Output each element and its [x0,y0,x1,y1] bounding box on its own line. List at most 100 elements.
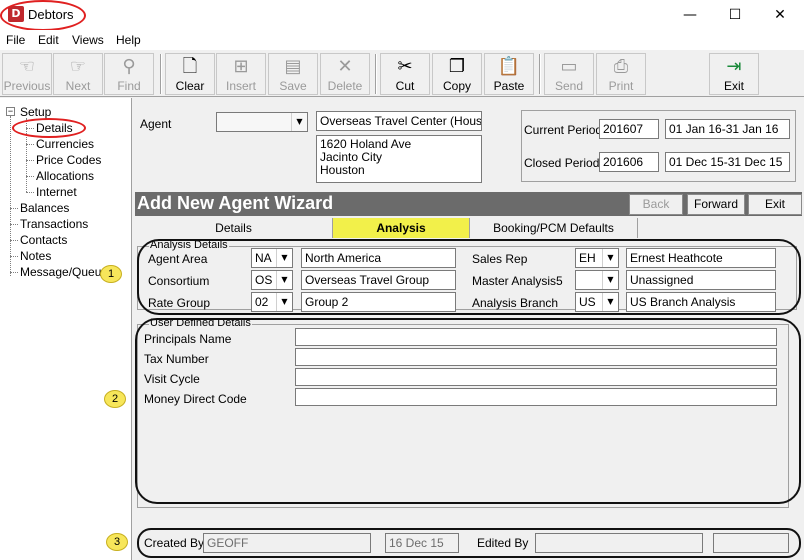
scissors-icon: ✂ [397,56,413,77]
consortium-label: Consortium [148,274,210,288]
edited-by-field[interactable] [535,533,703,553]
agent-code-combo[interactable]: ▼ [216,112,308,132]
agent-name-field[interactable]: Overseas Travel Center (Houston) [316,111,482,131]
insert-button[interactable]: ⊞ Insert [216,53,266,95]
edited-date-field[interactable] [713,533,789,553]
master-analysis5-description[interactable]: Unassigned [626,270,776,290]
tree-item-internet[interactable]: Internet [36,185,77,199]
exit-button[interactable]: ⇥ Exit [709,53,759,95]
agent-area-combo[interactable]: NA ▼ [251,248,293,268]
forward-button[interactable]: Forward [687,194,745,215]
agent-area-description[interactable]: North America [301,248,456,268]
tab-strip: Details Analysis Booking/PCM Defaults [135,218,802,238]
wizard-exit-button[interactable]: Exit [748,194,802,215]
master-analysis5-combo[interactable]: ▼ [575,270,619,290]
analysis-branch-combo[interactable]: US ▼ [575,292,619,312]
tab-analysis[interactable]: Analysis [333,218,470,238]
previous-button[interactable]: ☜ Previous [2,53,52,95]
created-by-field[interactable]: GEOFF [203,533,371,553]
money-direct-code-field[interactable] [295,388,777,406]
chevron-down-icon[interactable]: ▼ [602,249,618,267]
save-button[interactable]: ▤ Save [268,53,318,95]
agent-address-field[interactable]: 1620 Holand Ave Jacinto City Houston [316,135,482,183]
chevron-down-icon[interactable]: ▼ [602,271,618,289]
current-period-range[interactable]: 01 Jan 16-31 Jan 16 [665,119,790,139]
print-button[interactable]: ⎙ Print [596,53,646,95]
paste-button[interactable]: 📋 Paste [484,53,534,95]
consortium-description[interactable]: Overseas Travel Group [301,270,456,290]
toolbar-separator [539,54,541,94]
menu-help[interactable]: Help [116,33,141,47]
rate-group-description[interactable]: Group 2 [301,292,456,312]
title-highlight-oval [0,0,86,31]
consortium-combo[interactable]: OS ▼ [251,270,293,290]
menu-views[interactable]: Views [72,33,104,47]
send-button[interactable]: ▭ Send [544,53,594,95]
tree-connector [10,256,18,257]
principals-name-label: Principals Name [144,332,232,346]
previous-icon: ☜ [18,56,36,77]
sales-rep-description[interactable]: Ernest Heathcote [626,248,776,268]
chevron-down-icon[interactable]: ▼ [276,271,292,289]
created-by-label: Created By [144,536,205,550]
menu-edit[interactable]: Edit [38,33,59,47]
tree-item-setup[interactable]: Setup [20,105,51,119]
copy-button[interactable]: ❐ Copy [432,53,482,95]
sales-rep-combo[interactable]: EH ▼ [575,248,619,268]
menu-bar: File Edit Views Help [0,30,804,50]
navigation-tree [0,98,132,560]
closed-period-range[interactable]: 01 Dec 15-31 Dec 15 [665,152,790,172]
current-period-label: Current Period [524,123,603,137]
tax-number-label: Tax Number [144,352,209,366]
tree-connector [10,272,18,273]
agent-label: Agent [140,117,172,131]
back-button[interactable]: Back [629,194,683,215]
visit-cycle-field[interactable] [295,368,777,386]
collapse-icon[interactable]: − [6,107,15,116]
tree-connector [10,116,11,276]
created-date-field[interactable]: 16 Dec 15 [385,533,459,553]
chevron-down-icon[interactable]: ▼ [602,293,618,311]
tree-item-message-queue[interactable]: Message/Queue [20,265,108,279]
annotation-badge-2: 2 [104,390,126,408]
tree-connector [26,144,34,145]
next-icon: ☞ [69,56,87,77]
analysis-branch-description[interactable]: US Branch Analysis [626,292,776,312]
tree-item-notes[interactable]: Notes [20,249,51,263]
master-analysis5-label: Master Analysis5 [472,274,563,288]
tree-item-allocations[interactable]: Allocations [36,169,94,183]
chevron-down-icon[interactable]: ▼ [276,293,292,311]
tab-booking-pcm-defaults[interactable]: Booking/PCM Defaults [470,218,638,238]
save-icon: ▤ [284,56,302,77]
title-bar: D Debtors — ☐ ✕ [0,0,804,31]
minimize-icon[interactable]: — [667,0,713,30]
rate-group-combo[interactable]: 02 ▼ [251,292,293,312]
tree-connector [26,176,34,177]
delete-button[interactable]: ✕ Delete [320,53,370,95]
tree-item-currencies[interactable]: Currencies [36,137,94,151]
principals-name-field[interactable] [295,328,777,346]
insert-icon: ⊞ [233,56,249,77]
tax-number-field[interactable] [295,348,777,366]
cut-button[interactable]: ✂ Cut [380,53,430,95]
close-icon[interactable]: ✕ [757,0,803,30]
agent-area-label: Agent Area [148,252,208,266]
current-period-field[interactable]: 201607 [599,119,659,139]
closed-period-field[interactable]: 201606 [599,152,659,172]
maximize-icon[interactable]: ☐ [712,0,758,30]
tree-item-contacts[interactable]: Contacts [20,233,67,247]
annotation-badge-1: 1 [100,265,122,283]
clear-button[interactable]: 🗋 Clear [165,53,215,95]
copy-icon: ❐ [448,56,466,77]
toolbar-separator [160,54,162,94]
send-icon: ▭ [560,56,578,77]
find-button[interactable]: ⚲ Find [104,53,154,95]
menu-file[interactable]: File [6,33,25,47]
tree-item-transactions[interactable]: Transactions [20,217,88,231]
tab-details[interactable]: Details [135,218,333,238]
next-button[interactable]: ☞ Next [53,53,103,95]
chevron-down-icon[interactable]: ▼ [291,113,307,131]
tree-item-balances[interactable]: Balances [20,201,69,215]
chevron-down-icon[interactable]: ▼ [276,249,292,267]
tree-item-price-codes[interactable]: Price Codes [36,153,101,167]
